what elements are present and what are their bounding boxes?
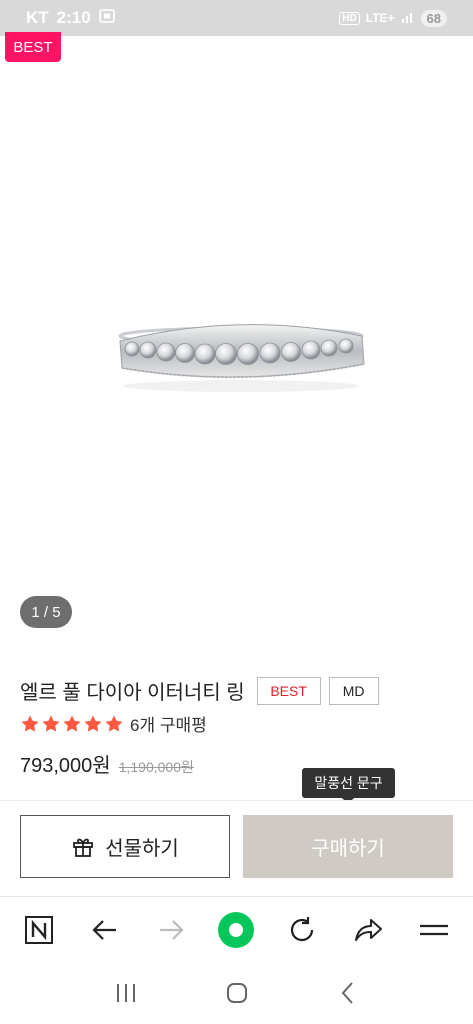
status-left: KT 2:10 bbox=[26, 8, 115, 28]
back-arrow-icon bbox=[92, 919, 116, 940]
star-rating bbox=[20, 714, 124, 734]
recent-apps-icon bbox=[116, 984, 135, 1002]
image-pager: 1 / 5 bbox=[20, 596, 72, 628]
system-nav-bar bbox=[0, 962, 473, 1024]
refresh-icon bbox=[291, 916, 314, 941]
refresh-button[interactable] bbox=[280, 908, 324, 952]
recent-apps-button[interactable] bbox=[104, 971, 148, 1015]
clock: 2:10 bbox=[56, 8, 91, 27]
purchase-action-bar: 선물하기 구매하기 bbox=[0, 800, 473, 896]
share-button[interactable] bbox=[346, 908, 390, 952]
rating-row[interactable]: 6개 구매평 bbox=[20, 711, 207, 736]
carrier-label: KT bbox=[26, 8, 49, 27]
product-image[interactable] bbox=[0, 36, 473, 646]
menu-icon bbox=[419, 924, 448, 935]
gift-button-label: 선물하기 bbox=[105, 838, 179, 860]
browser-toolbar bbox=[0, 896, 473, 962]
gift-icon bbox=[73, 838, 94, 857]
signal-icon bbox=[401, 11, 415, 26]
review-count[interactable]: 6개 구매평 bbox=[130, 711, 207, 736]
best-badge: BEST bbox=[256, 676, 321, 705]
naver-home-button[interactable] bbox=[17, 908, 61, 952]
original-price: 1,190,000원 bbox=[118, 759, 194, 775]
green-dot-icon bbox=[218, 911, 255, 948]
status-right: HD LTE+ 68 bbox=[339, 9, 447, 27]
best-ribbon: BEST bbox=[5, 32, 61, 62]
sale-price: 793,000원 bbox=[20, 755, 111, 777]
home-icon bbox=[226, 983, 247, 1003]
product-title: 엘르 풀 다이아 이터너티 링 bbox=[20, 682, 245, 704]
star-icon bbox=[42, 715, 60, 732]
price-row: 793,000원 1,190,000원 bbox=[20, 749, 194, 778]
hd-icon: HD bbox=[339, 11, 360, 25]
green-dot-button[interactable] bbox=[214, 908, 258, 952]
screenshot-icon bbox=[98, 8, 115, 28]
network-label: LTE+ bbox=[365, 11, 395, 25]
forward-arrow-icon bbox=[159, 919, 184, 940]
star-icon bbox=[105, 715, 123, 732]
status-bar: KT 2:10 HD LTE+ 68 bbox=[0, 0, 473, 36]
title-row: 엘르 풀 다이아 이터너티 링 BEST MD bbox=[20, 676, 379, 705]
star-icon bbox=[84, 715, 102, 732]
back-button[interactable] bbox=[83, 908, 127, 952]
home-button[interactable] bbox=[215, 971, 259, 1015]
star-icon bbox=[21, 715, 39, 732]
star-icon bbox=[63, 715, 81, 732]
share-icon bbox=[355, 918, 383, 941]
naver-n-icon bbox=[24, 915, 53, 944]
back-icon bbox=[341, 982, 353, 1004]
buy-button[interactable]: 구매하기 bbox=[243, 815, 453, 878]
forward-button[interactable] bbox=[149, 908, 193, 952]
menu-button[interactable] bbox=[412, 908, 456, 952]
speech-bubble-tooltip: 말풍선 문구 bbox=[302, 768, 395, 804]
gift-button[interactable]: 선물하기 bbox=[20, 815, 230, 878]
system-back-button[interactable] bbox=[326, 971, 370, 1015]
ring-image bbox=[118, 324, 365, 392]
battery-icon: 68 bbox=[420, 9, 447, 27]
md-badge: MD bbox=[328, 676, 379, 705]
